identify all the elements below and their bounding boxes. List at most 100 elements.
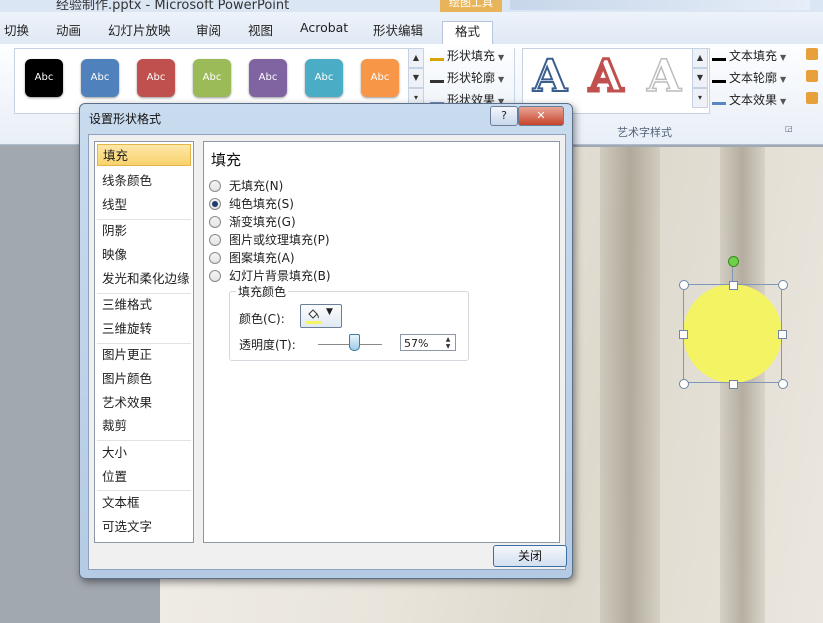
resize-handle[interactable]: [778, 379, 788, 389]
tab-shape-edit[interactable]: 形状编辑: [373, 20, 423, 39]
format-shape-dialog: 设置形状格式 ? ✕ 填充 线条颜色 线型 阴影 映像 发光和柔化边缘 三维格式…: [79, 103, 573, 579]
nav-item-reflection[interactable]: 映像: [97, 244, 191, 266]
shape-style-purple[interactable]: Abc: [249, 59, 287, 97]
text-outline-icon: [712, 68, 726, 83]
resize-handle[interactable]: [729, 281, 738, 290]
title-bar: 经验制作.pptx - Microsoft PowerPoint 绘图工具: [0, 0, 823, 12]
help-button[interactable]: ?: [490, 106, 518, 126]
radio-gradient-fill[interactable]: 渐变填充(G): [209, 213, 296, 231]
tab-acrobat[interactable]: Acrobat: [300, 20, 348, 35]
arrange-icon[interactable]: [806, 48, 818, 60]
context-tab-group: 绘图工具: [440, 0, 502, 12]
tab-transitions[interactable]: 切换: [4, 20, 29, 39]
spinner[interactable]: ▲ ▼: [442, 336, 454, 350]
wordart-sample-gray[interactable]: A: [646, 50, 682, 103]
text-outline-button[interactable]: 文本轮廓 ▼: [712, 68, 786, 86]
arrange-icon[interactable]: [806, 70, 818, 82]
shape-style-green[interactable]: Abc: [193, 59, 231, 97]
fill-color-group: 填充颜色 颜色(C): ▼ 透明度(T): 57% ▲ ▼: [229, 283, 469, 361]
radio-icon: [209, 234, 221, 246]
transparency-label: 透明度(T):: [239, 338, 296, 352]
wordart-sample-blue[interactable]: A: [532, 50, 568, 103]
radio-pattern-fill[interactable]: 图案填充(A): [209, 249, 295, 267]
fill-color-group-title: 填充颜色: [236, 283, 289, 300]
color-picker-button[interactable]: ▼: [300, 304, 342, 328]
radio-solid-fill[interactable]: 纯色填充(S): [209, 195, 294, 213]
wordart-scroll-down[interactable]: ▼: [692, 68, 708, 88]
window-title: 经验制作.pptx - Microsoft PowerPoint: [56, 0, 290, 12]
paint-bucket-icon: [308, 309, 319, 319]
shape-style-orange[interactable]: Abc: [361, 59, 399, 97]
radio-icon: [209, 180, 221, 192]
nav-item-position[interactable]: 位置: [97, 466, 191, 488]
tab-review[interactable]: 审阅: [196, 20, 221, 39]
radio-picture-fill[interactable]: 图片或纹理填充(P): [209, 231, 330, 249]
resize-handle[interactable]: [679, 280, 689, 290]
wordart-sample-red[interactable]: A: [587, 50, 624, 104]
resize-handle[interactable]: [778, 280, 788, 290]
gallery-scroll-down[interactable]: ▼: [408, 68, 424, 88]
nav-item-crop[interactable]: 裁剪: [97, 415, 191, 437]
shape-style-red[interactable]: Abc: [137, 59, 175, 97]
text-fill-button[interactable]: 文本填充 ▼: [712, 46, 786, 64]
radio-icon: [209, 252, 221, 264]
radio-icon: [209, 270, 221, 282]
shape-outline-button[interactable]: 形状轮廓 ▼: [430, 68, 504, 86]
tab-animations[interactable]: 动画: [56, 20, 81, 39]
transparency-input[interactable]: 57% ▲ ▼: [400, 334, 456, 351]
rotate-handle[interactable]: [728, 256, 739, 267]
nav-item-shadow[interactable]: 阴影: [97, 220, 191, 242]
nav-item-line-style[interactable]: 线型: [97, 194, 191, 216]
nav-item-3d-rotation[interactable]: 三维旋转: [97, 318, 191, 340]
arrange-icon[interactable]: [806, 92, 818, 104]
spin-down-icon[interactable]: ▼: [442, 343, 454, 350]
wordart-more-button[interactable]: ▾: [692, 88, 708, 108]
nav-item-fill[interactable]: 填充: [97, 144, 191, 166]
nav-item-size[interactable]: 大小: [97, 442, 191, 464]
current-color-swatch: [306, 321, 322, 324]
dialog-title: 设置形状格式: [89, 112, 162, 126]
shape-fill-button[interactable]: 形状填充 ▼: [430, 46, 504, 64]
selection-box: [683, 284, 782, 383]
shape-style-blue[interactable]: Abc: [81, 59, 119, 97]
resize-handle[interactable]: [679, 379, 689, 389]
resize-handle[interactable]: [729, 380, 738, 389]
resize-handle[interactable]: [778, 330, 787, 339]
nav-item-picture-color[interactable]: 图片颜色: [97, 368, 191, 390]
nav-separator: [97, 490, 191, 491]
radio-no-fill[interactable]: 无填充(N): [209, 177, 283, 195]
nav-item-picture-corrections[interactable]: 图片更正: [97, 344, 191, 366]
title-bar-right: [510, 0, 810, 10]
close-icon[interactable]: ✕: [518, 106, 564, 126]
paint-bucket-icon: [430, 46, 444, 61]
nav-item-alt-text[interactable]: 可选文字: [97, 516, 191, 538]
chevron-down-icon: ▼: [326, 307, 333, 317]
shape-style-black[interactable]: Abc: [25, 59, 63, 97]
ribbon-tabs: 切换 动画 幻灯片放映 审阅 视图 Acrobat 形状编辑 格式: [0, 12, 823, 49]
text-effects-icon: [712, 90, 726, 105]
transparency-slider-thumb[interactable]: [348, 334, 360, 351]
nav-separator: [97, 440, 191, 441]
wordart-scroll-up[interactable]: ▲: [692, 48, 708, 68]
dialog-content: 填充 线条颜色 线型 阴影 映像 发光和柔化边缘 三维格式 三维旋转 图片更正 …: [88, 134, 567, 570]
tab-view[interactable]: 视图: [248, 20, 273, 39]
color-label: 颜色(C):: [239, 312, 285, 326]
nav-item-text-box[interactable]: 文本框: [97, 492, 191, 514]
shape-style-aqua[interactable]: Abc: [305, 59, 343, 97]
panel-title: 填充: [211, 151, 242, 169]
background-image: [720, 147, 765, 623]
spin-up-icon[interactable]: ▲: [442, 336, 454, 343]
text-effects-button[interactable]: 文本效果 ▼: [712, 90, 786, 108]
nav-item-3d-format[interactable]: 三维格式: [97, 294, 191, 316]
nav-item-artistic-effects[interactable]: 艺术效果: [97, 392, 191, 414]
fill-panel: 填充 无填充(N) 纯色填充(S) 渐变填充(G) 图片或纹理填充(P) 图案填…: [203, 141, 560, 543]
gallery-scroll-up[interactable]: ▲: [408, 48, 424, 68]
close-button[interactable]: 关闭: [493, 545, 567, 567]
radio-icon: [209, 216, 221, 228]
nav-item-glow[interactable]: 发光和柔化边缘: [97, 268, 191, 290]
resize-handle[interactable]: [679, 330, 688, 339]
dialog-launcher-icon[interactable]: ◲: [785, 124, 793, 133]
radio-checked-icon: [209, 198, 221, 210]
nav-item-line-color[interactable]: 线条颜色: [97, 170, 191, 192]
tab-slideshow[interactable]: 幻灯片放映: [108, 20, 171, 39]
